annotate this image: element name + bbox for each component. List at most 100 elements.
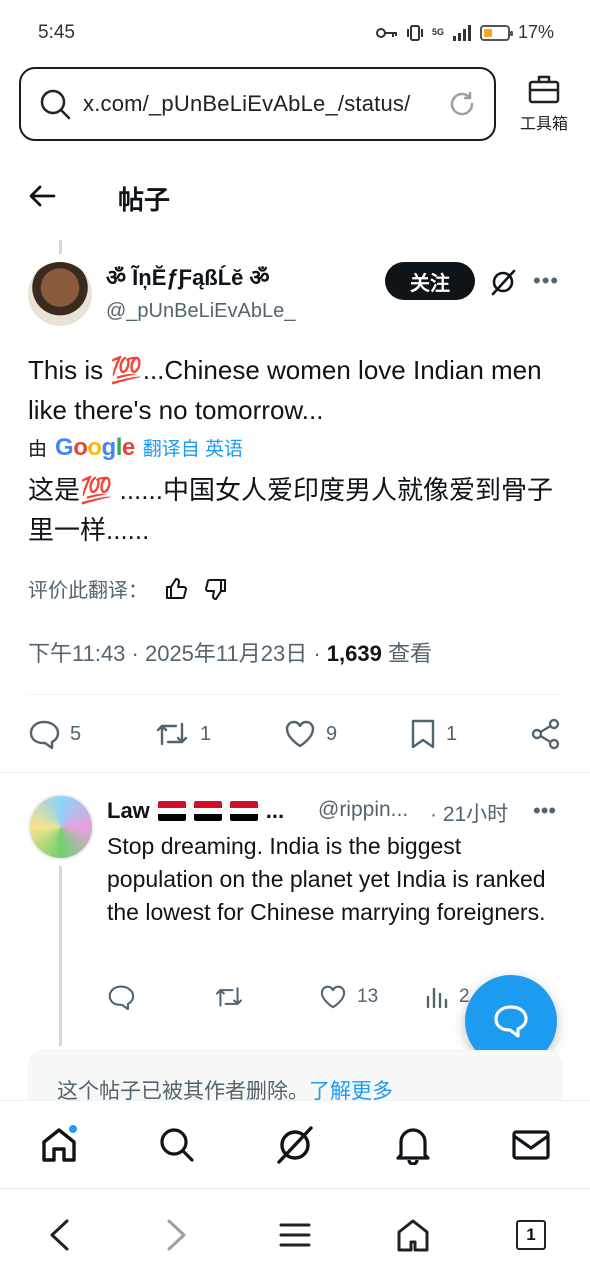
post-text-part: This is [28, 355, 111, 385]
more-options-icon[interactable]: ••• [533, 268, 559, 294]
view-count: 1,639 [326, 641, 382, 666]
translated-text: 这是💯 ......中国女人爱印度男人就像爱到骨子里一样...... [28, 470, 568, 550]
status-icons: 5G 17% [375, 22, 554, 43]
thumbs-up-icon[interactable] [164, 577, 188, 601]
share-icon [530, 718, 562, 750]
envelope-icon [511, 1128, 551, 1162]
divider [0, 772, 590, 773]
repost-button[interactable]: 1 [154, 720, 211, 748]
repost-count: 1 [200, 722, 212, 745]
reply-icon [107, 984, 135, 1010]
rate-translation-row: 评价此翻译： [28, 574, 228, 603]
thread-line-top [59, 240, 62, 254]
author-avatar[interactable] [28, 262, 92, 326]
browser-forward-button[interactable] [147, 1205, 207, 1265]
browser-tabs-button[interactable]: 1 [501, 1205, 561, 1265]
chevron-left-icon [47, 1218, 71, 1252]
reply-button[interactable]: 5 [28, 719, 81, 749]
vibrate-icon [406, 24, 424, 42]
reply-author-handle[interactable]: @rippin... [318, 798, 408, 822]
reply-author-name-text: Law [107, 798, 150, 823]
status-time: 5:45 [38, 22, 75, 43]
reply-icon [28, 719, 60, 749]
toolbox-label: 工具箱 [519, 116, 568, 133]
toolbox-icon [528, 74, 560, 104]
nav-messages[interactable] [501, 1115, 561, 1175]
follow-button[interactable]: 关注 [385, 262, 475, 300]
like-count: 9 [326, 722, 338, 745]
bell-icon [394, 1125, 432, 1165]
notification-dot [67, 1122, 79, 1135]
browser-home-button[interactable] [383, 1205, 443, 1265]
translated-text-part: 这是 [28, 475, 81, 505]
hamburger-icon [279, 1222, 311, 1248]
browser-navigation: 1 [0, 1188, 590, 1280]
reply-more-options-icon[interactable]: ••• [533, 798, 556, 824]
post-text: This is 💯...Chinese women love Indian me… [28, 350, 568, 430]
flag-icon [229, 801, 258, 821]
author-display-name[interactable]: ॐ ĨņĔƒƑąßĹĕ ॐ [106, 262, 270, 292]
battery-percent: 17% [517, 22, 554, 42]
thread-line [59, 866, 62, 1046]
address-bar[interactable]: x.com/_pUnBeLiEvAbLe_/status/ [19, 67, 496, 141]
author-handle[interactable]: @_pUnBeLiEvAbLe_ [106, 300, 295, 323]
hundred-points-emoji: 💯 [80, 475, 113, 505]
search-icon [158, 1126, 196, 1164]
toolbox-button[interactable]: 工具箱 [512, 74, 576, 134]
grok-icon[interactable] [489, 268, 517, 296]
share-button[interactable] [530, 718, 562, 750]
key-icon [375, 27, 398, 39]
reply-like-count: 13 [357, 986, 379, 1007]
like-button[interactable]: 9 [284, 720, 337, 748]
bar-chart-icon [425, 985, 449, 1009]
reply-repost-button[interactable] [213, 985, 319, 1009]
reply-reply-button[interactable] [107, 984, 213, 1010]
flag-icon [193, 801, 222, 821]
post-metadata: 下午11:43 · 2025年11月23日 · 1,639 查看 [28, 636, 432, 668]
chevron-right-icon [165, 1218, 189, 1252]
network-type: 5G [431, 27, 444, 37]
bottom-navigation [0, 1100, 590, 1188]
post-action-bar: 5 1 9 1 [28, 712, 562, 756]
translated-by-label: 由 [28, 439, 48, 460]
heart-icon [319, 985, 347, 1009]
back-arrow-icon[interactable] [28, 182, 56, 210]
browser-back-button[interactable] [29, 1205, 89, 1265]
browser-menu-button[interactable] [265, 1205, 325, 1265]
chat-bubble-icon [491, 1001, 531, 1041]
nav-notifications[interactable] [383, 1115, 443, 1175]
reply-count: 5 [70, 722, 82, 745]
home-outline-icon [395, 1217, 431, 1253]
reply-like-button[interactable]: 13 [319, 985, 425, 1009]
translated-from-link[interactable]: 翻译自 英语 [143, 434, 243, 461]
reply-author-avatar[interactable] [28, 794, 94, 860]
bookmark-count: 1 [446, 722, 458, 745]
grok-icon [274, 1124, 316, 1166]
reply-timestamp[interactable]: · 21小时 [430, 798, 508, 828]
nav-grok[interactable] [265, 1115, 325, 1175]
heart-icon [284, 720, 316, 748]
tab-count: 1 [516, 1219, 546, 1250]
repost-icon [213, 985, 245, 1009]
view-label: 查看 [381, 641, 432, 666]
divider [28, 694, 562, 695]
flag-icon [157, 801, 186, 821]
url-text[interactable]: x.com/_pUnBeLiEvAbLe_/status/ [83, 91, 423, 117]
translation-attribution: 由 Google 翻译自 英语 [28, 434, 243, 462]
battery-icon [479, 24, 513, 41]
bookmark-icon [410, 718, 436, 750]
name-ellipsis: ... [265, 798, 285, 823]
search-icon [39, 88, 71, 120]
hundred-points-emoji: 💯 [110, 355, 143, 385]
thumbs-down-icon[interactable] [204, 577, 228, 601]
nav-home[interactable] [29, 1115, 89, 1175]
reload-icon[interactable] [448, 90, 476, 118]
repost-icon [154, 720, 190, 748]
reply-author-name[interactable]: Law ... [107, 798, 284, 824]
nav-explore[interactable] [147, 1115, 207, 1175]
bookmark-button[interactable]: 1 [410, 718, 457, 750]
google-logo: Google [55, 434, 135, 461]
page-title: 帖子 [118, 185, 171, 215]
rate-translation-label: 评价此翻译： [28, 580, 148, 602]
post-timestamp[interactable]: 下午11:43 · 2025年11月23日 · [28, 641, 327, 666]
